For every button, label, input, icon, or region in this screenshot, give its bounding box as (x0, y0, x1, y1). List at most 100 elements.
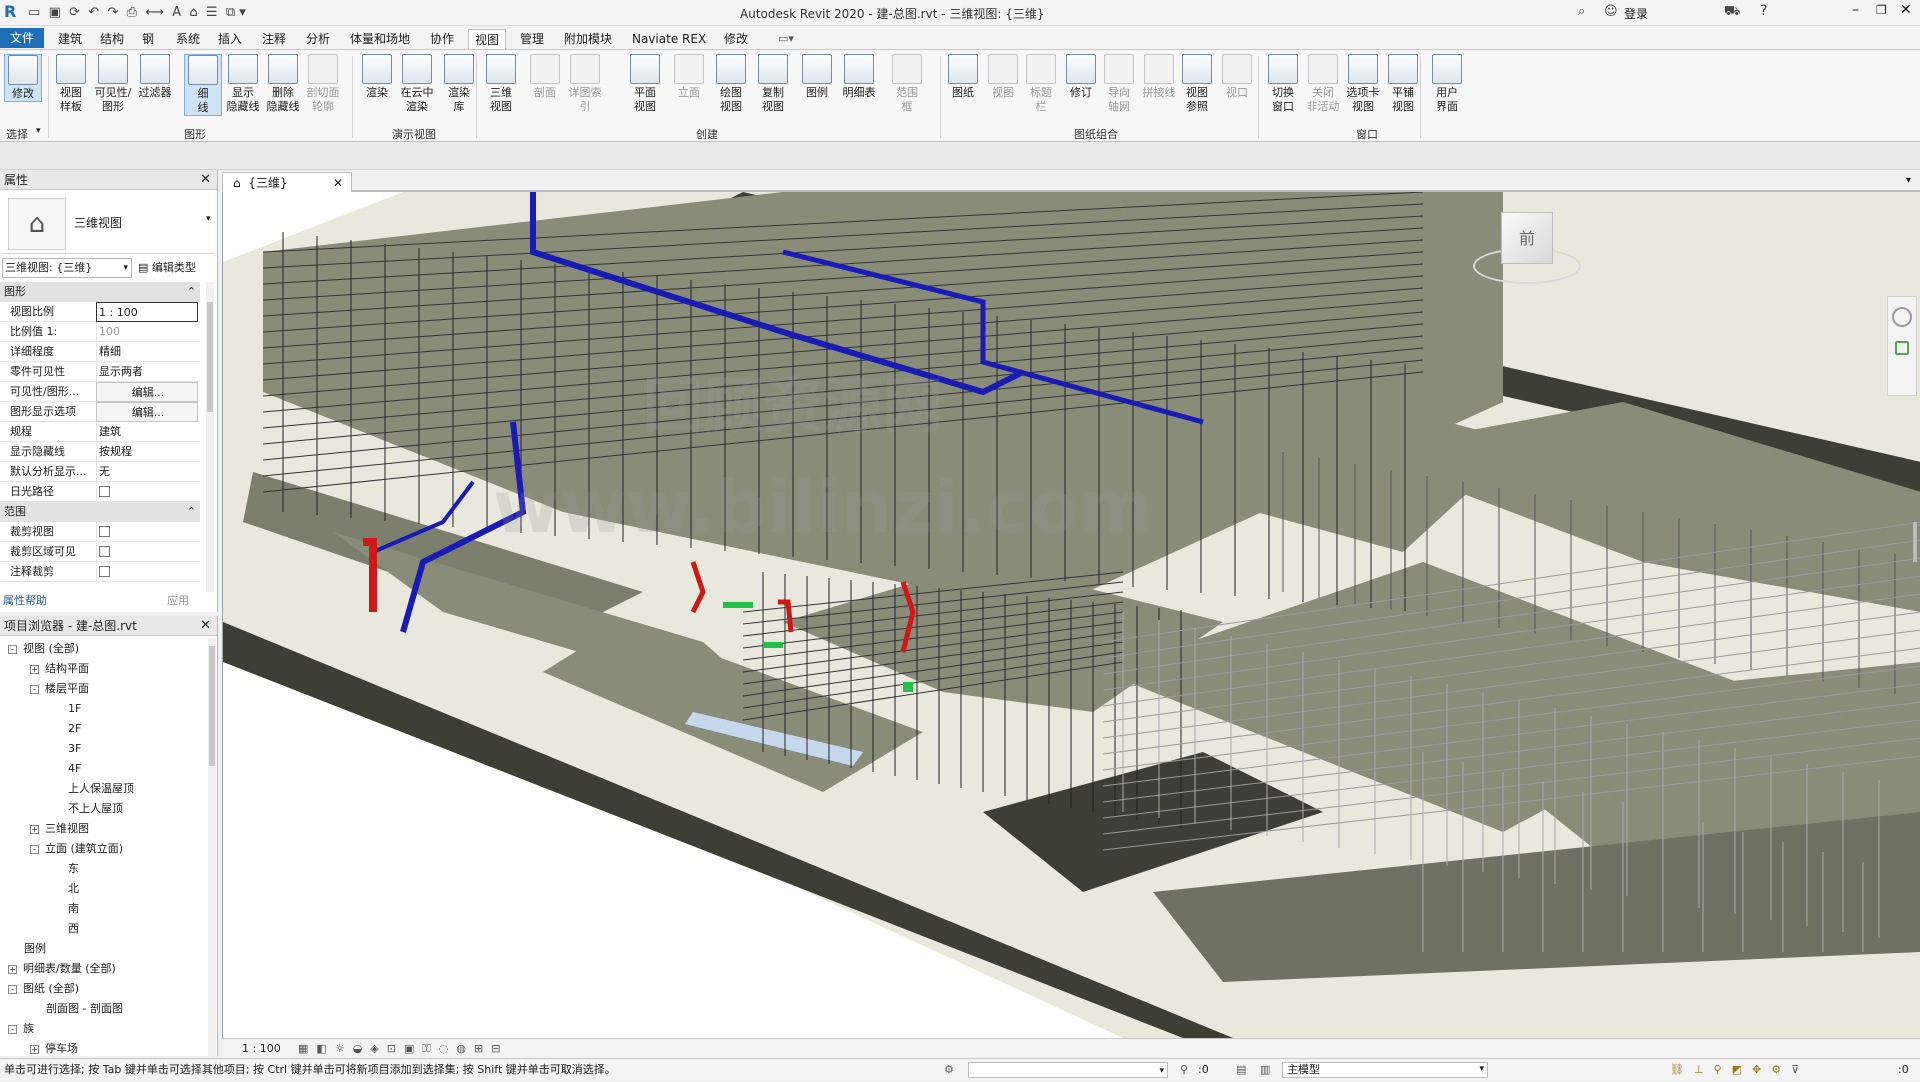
property-value[interactable] (96, 562, 198, 582)
tab-manage[interactable]: 管理 (514, 29, 550, 49)
ribbon-button-15[interactable]: 立面 (670, 54, 708, 100)
ribbon-button-12[interactable]: 剖面 (526, 54, 564, 100)
instance-selector[interactable]: 三维视图: {三维} ▾ (2, 258, 132, 278)
browser-node[interactable]: 不上人屋顶 (52, 800, 123, 818)
scrollbar[interactable] (206, 282, 214, 592)
shadows-icon[interactable]: ◒ (353, 1042, 371, 1055)
ribbon-button-16[interactable]: 绘图 视图 (712, 54, 750, 114)
collapse-icon[interactable]: ⌃ (187, 502, 196, 522)
browser-node[interactable]: - 图纸 (全部) (8, 980, 79, 998)
browser-node[interactable]: 西 (52, 920, 79, 938)
main-model-icon[interactable]: ▥ (1260, 1059, 1270, 1081)
editable-only-icon[interactable]: ⚲ (1180, 1059, 1188, 1081)
filter-icon[interactable]: ⊽ (1791, 1063, 1809, 1076)
browser-node[interactable]: 南 (52, 900, 79, 918)
select-links-icon[interactable]: ⛓ (1670, 1063, 1694, 1076)
render-icon[interactable]: ◈ (370, 1042, 386, 1055)
expand-toggle-icon[interactable]: - (30, 684, 39, 694)
tab-analyze[interactable]: 分析 (300, 29, 336, 49)
tab-file[interactable]: 文件 (0, 28, 44, 48)
thin-lines-icon[interactable]: ☰ (206, 5, 218, 20)
redo-icon[interactable]: ↷ (107, 5, 118, 20)
section-graphics[interactable]: 图形 ⌃ (0, 282, 200, 302)
ribbon-button-24[interactable]: 修订 (1062, 54, 1100, 100)
tab-view[interactable]: 视图 (468, 29, 507, 49)
property-checkbox[interactable] (99, 546, 110, 557)
edit-type-button[interactable]: ▤ 编辑类型 (138, 258, 216, 278)
browser-node[interactable]: + 三维视图 (30, 820, 89, 838)
expand-toggle-icon[interactable]: - (8, 984, 17, 994)
visual-style-icon[interactable]: ◧ (316, 1042, 334, 1055)
scrollbar[interactable] (208, 638, 216, 1056)
close-icon[interactable]: ✕ (200, 616, 211, 636)
expand-toggle-icon[interactable]: + (8, 964, 17, 974)
ribbon-button-20[interactable]: 范围框 (888, 54, 926, 114)
property-value[interactable] (96, 542, 198, 562)
tab-massing-site[interactable]: 体量和场地 (344, 29, 416, 49)
temp-hide-icon[interactable]: ◌ (439, 1042, 457, 1055)
save-icon[interactable]: ▣ (49, 5, 61, 20)
restore-button[interactable]: ❐ (1876, 3, 1887, 17)
viewcube-face[interactable]: 前 (1501, 212, 1553, 264)
ribbon-button-10[interactable]: 渲染库 (440, 54, 478, 114)
worksharing-icon[interactable]: ⊞ (474, 1042, 491, 1055)
lock-view-icon[interactable]: ⚿ (422, 1042, 438, 1055)
panel-toggle-icon[interactable]: ▭▾ (778, 32, 794, 45)
crop-view-icon[interactable]: ⊡ (387, 1042, 404, 1055)
ribbon-button-21[interactable]: 图纸 (944, 54, 982, 100)
switch-window-icon[interactable]: ⧉ (226, 5, 235, 20)
select-underlay-icon[interactable]: ⊥ (1694, 1063, 1714, 1076)
close-icon[interactable]: ✕ (200, 170, 211, 190)
tab-systems[interactable]: 系统 (170, 29, 206, 49)
ribbon-button-9[interactable]: 在云中 渲染 (398, 54, 436, 114)
scrollbar-thumb[interactable] (207, 302, 213, 412)
design-options-icon[interactable]: ▤ (1236, 1059, 1246, 1081)
search-icon[interactable]: ⌕ (1578, 4, 1585, 19)
select-by-face-icon[interactable]: ◩ (1732, 1063, 1752, 1076)
tab-list-dropdown-icon[interactable]: ▾ (1906, 175, 1911, 186)
help-icon[interactable]: ? (1760, 3, 1767, 19)
navigation-bar[interactable] (1887, 296, 1917, 396)
steering-wheel-icon[interactable] (1892, 307, 1912, 327)
ribbon-button-13[interactable]: 详图索引 (566, 54, 604, 114)
measure-icon[interactable]: ⟷ (145, 5, 164, 20)
tab-naviate-rex[interactable]: Naviate REX (626, 29, 712, 49)
tab-insert[interactable]: 插入 (212, 29, 248, 49)
ribbon-button-3[interactable]: 过滤器 (136, 54, 174, 100)
expand-toggle-icon[interactable]: + (30, 664, 39, 674)
properties-help-link[interactable]: 属性帮助 (3, 592, 47, 608)
ribbon-button-8[interactable]: 渲染 (358, 54, 396, 100)
ribbon-button-19[interactable]: 明细表 (840, 54, 878, 100)
apply-button[interactable]: 应用 (150, 592, 206, 608)
close-window-button[interactable]: ✕ (1900, 2, 1912, 18)
ribbon-button-29[interactable]: 切换 窗口 (1264, 54, 1302, 114)
revit-logo-icon[interactable]: R (4, 3, 20, 21)
browser-node[interactable]: 剖面图 - 剖面图 (30, 1000, 123, 1018)
type-selector[interactable]: ⌂ 三维视图 ▾ (2, 192, 214, 254)
analytical-icon[interactable]: ⊟ (491, 1042, 508, 1055)
ribbon-button-2[interactable]: 可见性/图形 (94, 54, 132, 114)
tab-collaborate[interactable]: 协作 (424, 29, 460, 49)
minimize-button[interactable]: – (1852, 2, 1859, 18)
select-pinned-icon[interactable]: ⚲ (1714, 1063, 1732, 1076)
browser-node[interactable]: 2F (52, 720, 81, 738)
cart-icon[interactable]: ⛟ (1724, 4, 1740, 21)
ribbon-button-7[interactable]: 剖切面 轮廓 (304, 54, 342, 114)
browser-node[interactable]: 东 (52, 860, 79, 878)
browser-node[interactable]: + 明细表/数量 (全部) (8, 960, 116, 978)
user-icon[interactable]: ☺ (1604, 4, 1618, 19)
ribbon-button-28[interactable]: 视口 (1218, 54, 1256, 100)
chevron-down-icon[interactable]: ▾ (36, 126, 41, 136)
worksets-icon[interactable]: ⚙ (944, 1059, 954, 1081)
design-option-dropdown[interactable]: 主模型 ▾ (1282, 1062, 1488, 1078)
expand-toggle-icon[interactable]: - (30, 844, 39, 854)
ribbon-button-0[interactable]: 修改 (4, 54, 42, 102)
expand-toggle-icon[interactable]: + (30, 1044, 39, 1054)
expand-toggle-icon[interactable]: + (30, 824, 39, 834)
tab-architecture[interactable]: 建筑 (52, 29, 88, 49)
property-checkbox[interactable] (99, 526, 110, 537)
browser-node[interactable]: - 立面 (建筑立面) (30, 840, 123, 858)
view-tab[interactable]: ⌂ {三维} ✕ (222, 172, 352, 192)
scrollbar[interactable] (1913, 522, 1917, 562)
ribbon-button-1[interactable]: 视图 样板 (52, 54, 90, 114)
